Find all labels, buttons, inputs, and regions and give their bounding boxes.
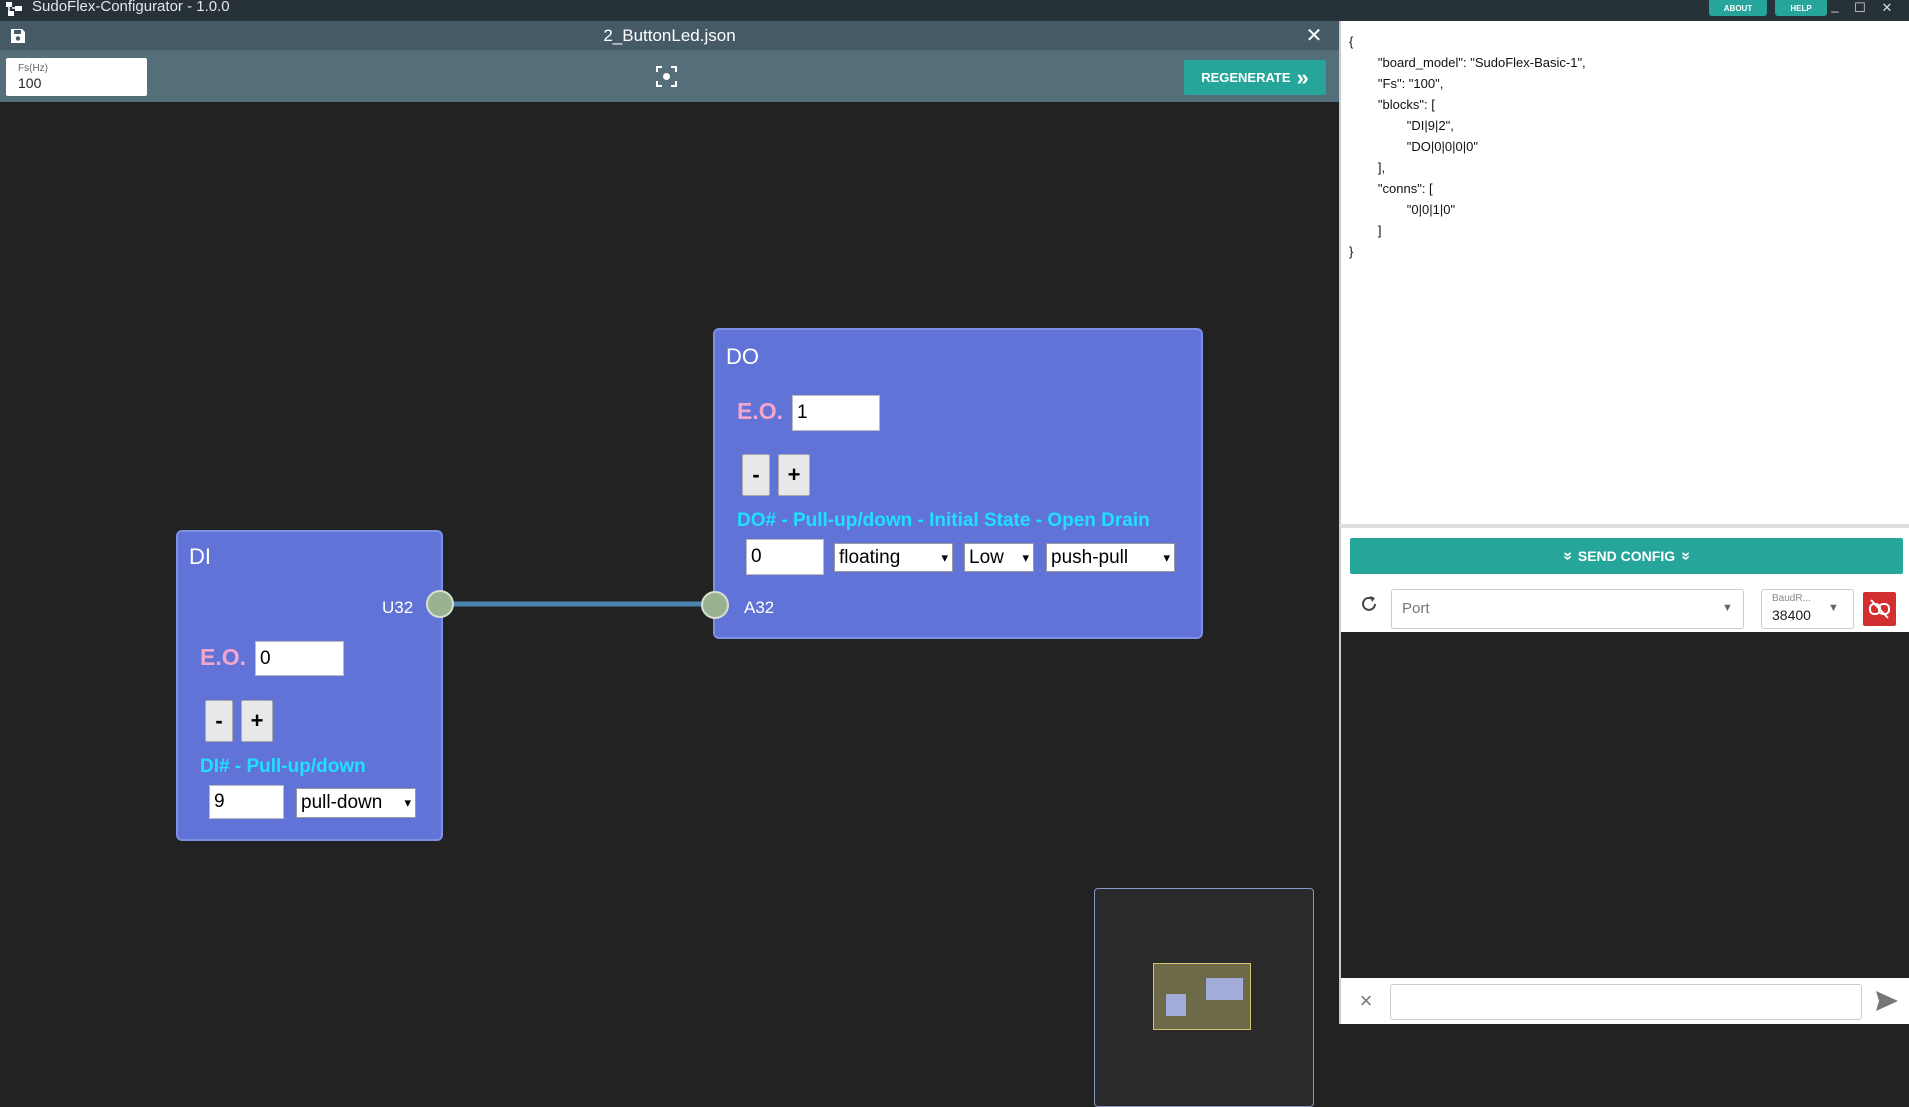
caret-down-icon: ▼ <box>1828 602 1839 614</box>
di-block[interactable]: DI U32 E.O. 0 - + DI# - Pull-up/down 9 p… <box>176 530 443 841</box>
do-input-port[interactable] <box>701 591 729 619</box>
window-title: SudoFlex-Configurator - 1.0.0 <box>32 0 230 15</box>
save-icon[interactable] <box>10 28 26 44</box>
send-config-button[interactable]: » SEND CONFIG » <box>1350 538 1903 574</box>
do-drive-select-value: push-pull <box>1051 546 1129 568</box>
do-state-select[interactable]: Low ▾ <box>964 543 1034 572</box>
do-eo-label: E.O. <box>737 398 784 424</box>
disconnect-button[interactable] <box>1863 592 1896 626</box>
di-hint: DI# - Pull-up/down <box>200 756 366 777</box>
do-block[interactable]: DO E.O. 1 - + DO# - Pull-up/down - Initi… <box>713 328 1203 639</box>
di-minus-button[interactable]: - <box>205 700 233 742</box>
do-minus-button[interactable]: - <box>742 454 770 496</box>
minimap-block-do <box>1206 978 1243 1000</box>
serial-console <box>1339 632 1909 978</box>
port-placeholder: Port <box>1402 600 1430 617</box>
json-preview-panel: { "board_model": "SudoFlex-Basic-1", "Fs… <box>1339 21 1909 524</box>
clear-icon[interactable]: × <box>1357 990 1375 1012</box>
do-hint: DO# - Pull-up/down - Initial State - Ope… <box>737 510 1150 531</box>
flow-canvas[interactable]: DI U32 E.O. 0 - + DI# - Pull-up/down 9 p… <box>0 102 1339 1107</box>
baud-rate-label: BaudR... <box>1772 593 1811 604</box>
double-chevron-down-icon: » <box>1559 551 1577 561</box>
di-pull-select-value: pull-down <box>301 792 383 813</box>
double-chevron-right-icon: » <box>1296 64 1309 90</box>
regenerate-label: REGENERATE <box>1201 70 1291 85</box>
di-pull-select[interactable]: pull-down ▾ <box>296 788 416 818</box>
help-button[interactable]: HELP <box>1775 0 1827 16</box>
do-plus-button[interactable]: + <box>778 454 810 496</box>
chevron-down-icon: ▾ <box>941 549 948 565</box>
close-tab-button[interactable]: ✕ <box>1303 25 1325 47</box>
about-button[interactable]: ABOUT <box>1709 0 1767 16</box>
message-input[interactable] <box>1390 984 1862 1020</box>
link-off-icon <box>1869 599 1890 619</box>
do-input-port-label: A32 <box>744 598 775 617</box>
port-select[interactable]: Port ▼ <box>1391 589 1744 629</box>
do-eo-input[interactable]: 1 <box>792 395 880 431</box>
fs-label: Fs(Hz) <box>18 63 48 74</box>
message-bar: × <box>1339 978 1909 1024</box>
di-plus-button[interactable]: + <box>241 700 273 742</box>
di-output-port[interactable] <box>426 590 454 618</box>
file-name: 2_ButtonLed.json <box>603 26 736 45</box>
json-preview-text: { "board_model": "SudoFlex-Basic-1", "Fs… <box>1349 34 1586 259</box>
chevron-down-icon: ▾ <box>1022 549 1029 565</box>
fs-input[interactable]: Fs(Hz) 100 <box>6 58 147 96</box>
caret-down-icon: ▼ <box>1722 602 1733 614</box>
fit-view-icon[interactable] <box>656 66 677 87</box>
minimap-viewport[interactable] <box>1153 963 1251 1030</box>
editor-tab-header: 2_ButtonLed.json ✕ <box>0 21 1339 50</box>
chevron-down-icon: ▾ <box>1163 549 1170 565</box>
di-output-port-label: U32 <box>382 598 414 617</box>
di-pin-input[interactable]: 9 <box>209 785 284 819</box>
do-pin-input[interactable]: 0 <box>746 539 824 575</box>
maximize-button[interactable]: ☐ <box>1851 0 1869 16</box>
editor-toolbar: Fs(Hz) 100 REGENERATE » <box>0 50 1339 102</box>
di-eo-label: E.O. <box>200 644 247 670</box>
title-bar: SudoFlex-Configurator - 1.0.0 ABOUT HELP… <box>0 0 1909 21</box>
do-block-title: DO <box>726 344 759 369</box>
minimap[interactable] <box>1094 888 1314 1107</box>
di-eo-input[interactable]: 0 <box>255 641 344 676</box>
minimap-block-di <box>1166 994 1186 1016</box>
do-state-select-value: Low <box>969 546 1004 568</box>
regenerate-button[interactable]: REGENERATE » <box>1184 60 1326 95</box>
send-config-label: SEND CONFIG <box>1577 548 1676 564</box>
chevron-down-icon: ▾ <box>404 795 411 810</box>
do-drive-select[interactable]: push-pull ▾ <box>1046 543 1175 572</box>
do-pull-select[interactable]: floating ▾ <box>834 543 953 572</box>
send-icon[interactable] <box>1875 990 1899 1012</box>
double-chevron-down-icon: » <box>1677 551 1695 561</box>
baud-rate-value: 38400 <box>1772 607 1811 623</box>
serial-controls: » SEND CONFIG » Port ▼ BaudR... 38400 ▼ <box>1339 524 1909 632</box>
baud-rate-select[interactable]: BaudR... 38400 ▼ <box>1761 589 1854 629</box>
app-logo-icon <box>6 2 22 16</box>
fs-value: 100 <box>18 75 42 91</box>
refresh-icon[interactable] <box>1359 594 1379 614</box>
do-pull-select-value: floating <box>839 546 901 568</box>
close-window-button[interactable]: ✕ <box>1878 0 1896 16</box>
di-block-title: DI <box>189 544 211 569</box>
minimize-button[interactable]: _ <box>1826 0 1844 13</box>
